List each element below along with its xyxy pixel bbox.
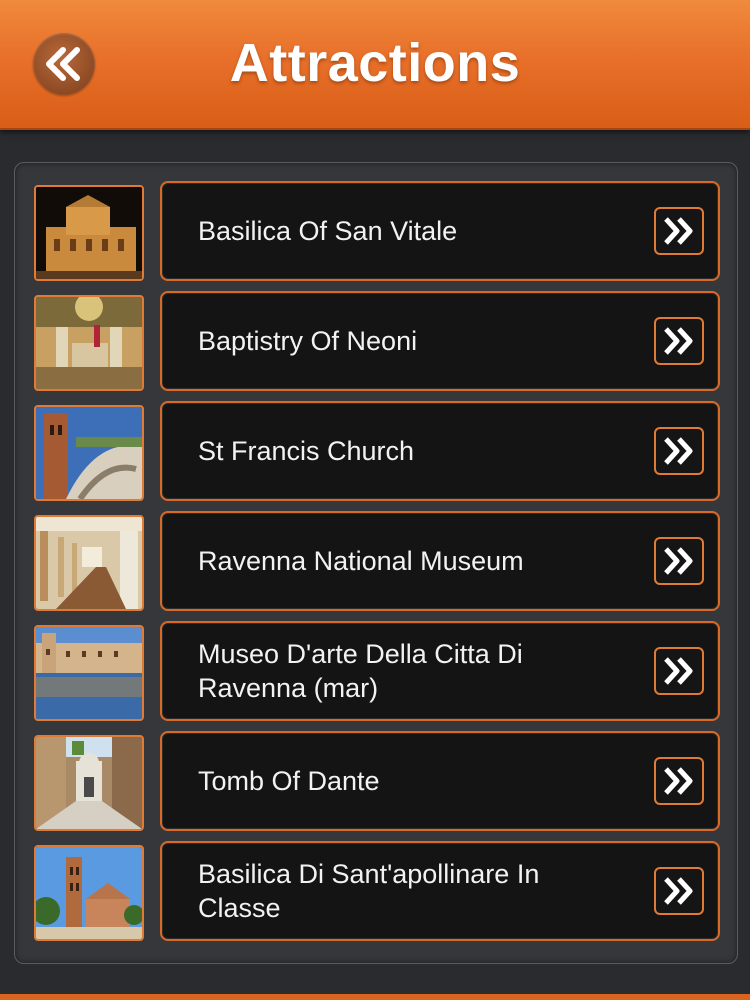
double-chevron-right-icon — [664, 877, 693, 905]
attraction-label: Tomb Of Dante — [198, 766, 380, 796]
list-item: Baptistry Of Neoni — [33, 291, 720, 391]
open-button[interactable] — [654, 317, 704, 365]
open-button[interactable] — [654, 207, 704, 255]
double-chevron-right-icon — [664, 657, 693, 685]
list-item: Basilica Di Sant'apollinare In Classe — [33, 841, 720, 941]
attraction-button[interactable]: Basilica Di Sant'apollinare In Classe — [160, 841, 720, 941]
attraction-button[interactable]: Basilica Of San Vitale — [160, 181, 720, 281]
attraction-button[interactable]: St Francis Church — [160, 401, 720, 501]
attraction-label: Ravenna National Museum — [198, 546, 524, 576]
double-chevron-right-icon — [664, 217, 693, 245]
attraction-label: Museo D'arte Della Citta Di Ravenna (mar… — [198, 639, 523, 703]
attraction-button[interactable]: Museo D'arte Della Citta Di Ravenna (mar… — [160, 621, 720, 721]
tomb-of-dante-photo[interactable] — [34, 735, 144, 831]
attraction-label: St Francis Church — [198, 436, 415, 466]
header-bar: Attractions — [0, 0, 750, 130]
open-button[interactable] — [654, 647, 704, 695]
list-item: Museo D'arte Della Citta Di Ravenna (mar… — [33, 621, 720, 721]
open-button[interactable] — [654, 427, 704, 475]
attraction-label: Basilica Di Sant'apollinare In Classe — [198, 859, 540, 923]
attraction-label: Basilica Of San Vitale — [198, 216, 458, 246]
st-francis-church-photo[interactable] — [34, 405, 144, 501]
baptistry-neoni-photo[interactable] — [34, 295, 144, 391]
list-item: Basilica Of San Vitale — [33, 181, 720, 281]
attraction-label: Baptistry Of Neoni — [198, 326, 418, 356]
double-chevron-right-icon — [664, 547, 693, 575]
list-item: St Francis Church — [33, 401, 720, 501]
attractions-list: Basilica Of San Vitale Baptistry Of Neon… — [14, 162, 738, 964]
sant-apollinare-photo[interactable] — [34, 845, 144, 941]
attraction-button[interactable]: Ravenna National Museum — [160, 511, 720, 611]
double-chevron-right-icon — [664, 767, 693, 795]
open-button[interactable] — [654, 537, 704, 585]
museo-darte-photo[interactable] — [34, 625, 144, 721]
list-item: Tomb Of Dante — [33, 731, 720, 831]
open-button[interactable] — [654, 867, 704, 915]
open-button[interactable] — [654, 757, 704, 805]
national-museum-photo[interactable] — [34, 515, 144, 611]
double-chevron-right-icon — [664, 437, 693, 465]
page-title: Attractions — [229, 33, 521, 93]
basilica-san-vitale-photo[interactable] — [34, 185, 144, 281]
bottom-bar — [0, 994, 750, 1000]
attraction-button[interactable]: Tomb Of Dante — [160, 731, 720, 831]
attraction-button[interactable]: Baptistry Of Neoni — [160, 291, 720, 391]
double-chevron-right-icon — [664, 327, 693, 355]
list-item: Ravenna National Museum — [33, 511, 720, 611]
